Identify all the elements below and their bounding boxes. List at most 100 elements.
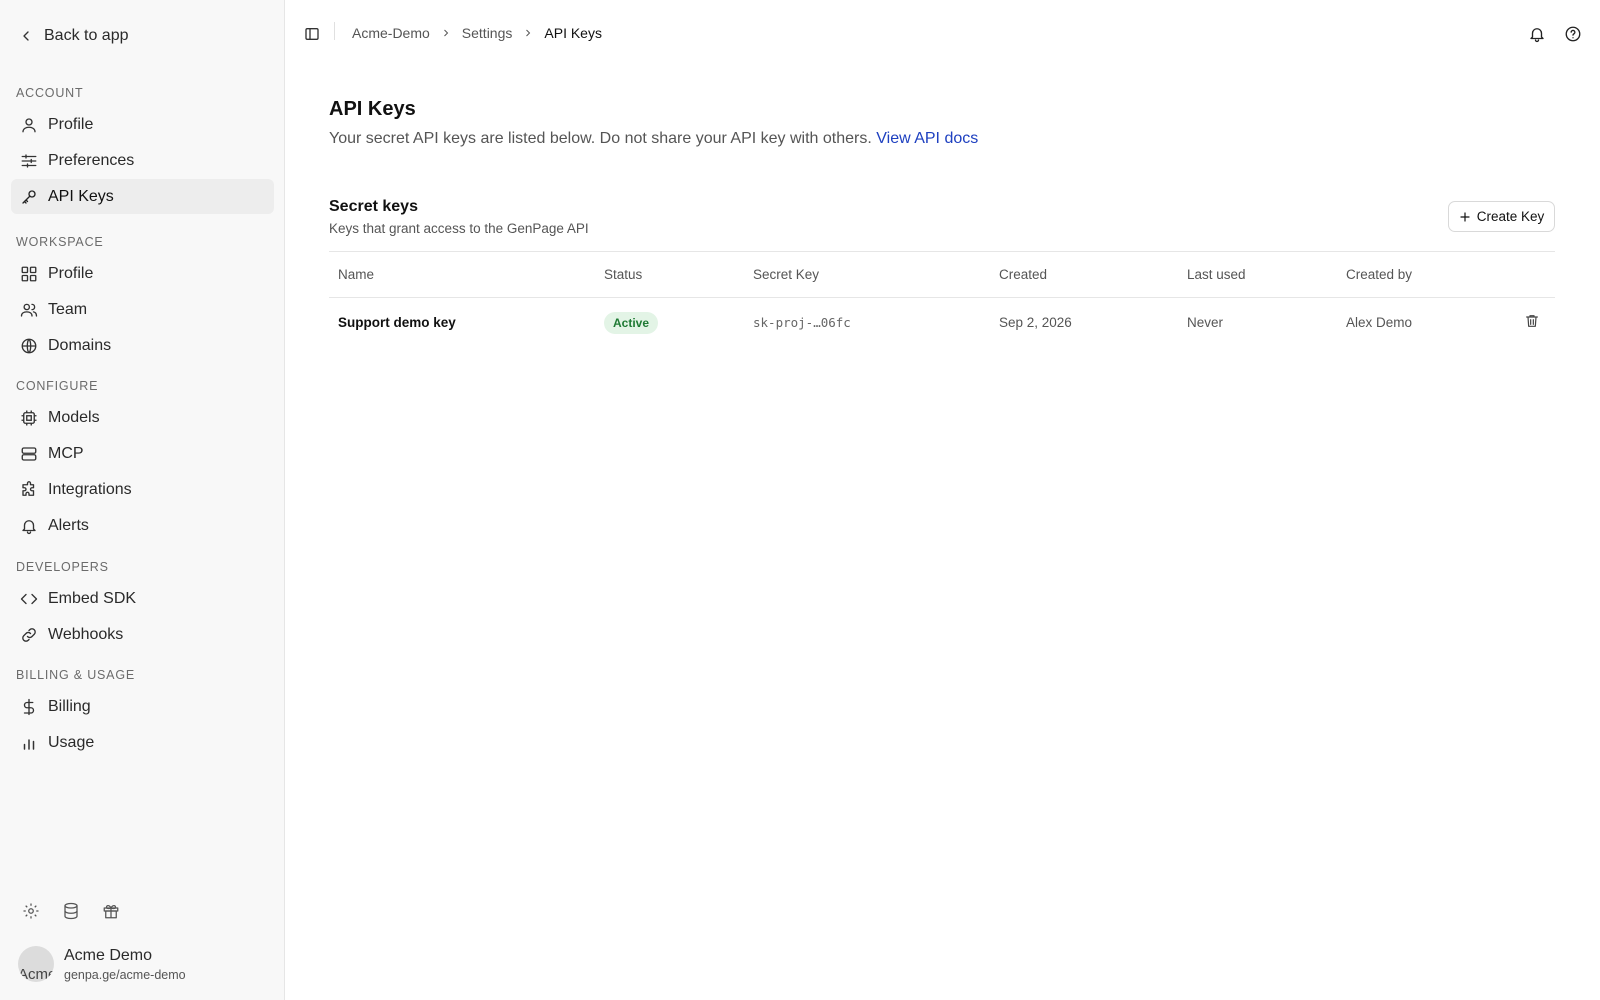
sidebar-item-label: Profile [48, 264, 94, 282]
card-subtitle: Keys that grant access to the GenPage AP… [329, 221, 589, 236]
back-label: Back to app [44, 27, 129, 44]
sliders-icon [21, 153, 37, 168]
bell-icon [22, 519, 36, 534]
sidebar-item-mcp[interactable]: MCP [11, 436, 274, 471]
sidebar-item-integrations[interactable]: Integrations [11, 472, 274, 507]
view-api-docs-link[interactable]: View API docs [876, 130, 978, 147]
sidebar-item-label: Domains [48, 336, 112, 354]
user-icon [22, 117, 36, 132]
user-name: Acme Demo [64, 946, 153, 964]
column-header-name: Name [329, 251, 595, 298]
key-status-cell: Active [595, 298, 744, 348]
settings-icon[interactable] [22, 902, 40, 920]
topbar: Acme-Demo Settings API Keys [286, 0, 1600, 70]
section-label-workspace: WORKSPACE [16, 235, 104, 249]
create-key-label: Create Key [1476, 209, 1545, 224]
grid-icon [21, 266, 37, 281]
sidebar-item-label: Models [48, 408, 100, 426]
key-secret: sk-proj-…06fc [753, 315, 851, 330]
puzzle-icon [22, 480, 35, 496]
avatar-alt-text: Acme [18, 966, 54, 982]
column-header-secret-key: Secret Key [744, 251, 990, 298]
bar-chart-icon [23, 738, 35, 750]
column-header-last-used: Last used [1178, 251, 1337, 298]
sidebar-item-label: Usage [48, 733, 95, 751]
topbar-actions [1528, 25, 1582, 43]
section-label-account: ACCOUNT [16, 86, 84, 100]
sidebar-item-alerts[interactable]: Alerts [11, 508, 274, 543]
table-header-row: Name Status Secret Key Created Last used… [329, 251, 1555, 298]
user-subtitle: genpa.ge/acme-demo [64, 967, 186, 982]
sidebar-item-preferences[interactable]: Preferences [11, 143, 274, 178]
sidebar-toggle-icon[interactable] [304, 26, 322, 44]
sidebar-item-label: Webhooks [48, 625, 124, 643]
sidebar-item-label: MCP [48, 444, 84, 462]
key-name: Support demo key [338, 315, 456, 330]
key-created: Sep 2, 2026 [999, 315, 1072, 330]
column-header-created: Created [990, 251, 1178, 298]
help-icon[interactable] [1564, 25, 1582, 43]
delete-key-icon[interactable] [1524, 313, 1540, 329]
breadcrumb-api-keys: API Keys [544, 25, 602, 41]
sidebar-item-webhooks[interactable]: Webhooks [11, 617, 274, 652]
sidebar-item-usage[interactable]: Usage [11, 725, 274, 760]
avatar: Acme [18, 946, 54, 982]
page-description-text: Your secret API keys are listed below. D… [329, 130, 872, 147]
link-icon [22, 627, 36, 642]
sidebar-item-label: Billing [48, 697, 91, 715]
key-last-used: Never [1187, 315, 1224, 330]
column-header-status: Status [595, 251, 744, 298]
topbar-divider [334, 22, 335, 40]
sidebar-item-label: Profile [48, 115, 94, 133]
sidebar-footer-icons [22, 902, 120, 920]
globe-icon [21, 338, 37, 353]
status-badge: Active [604, 311, 659, 334]
sidebar-item-workspace-profile[interactable]: Profile [11, 256, 274, 291]
users-icon [20, 303, 38, 317]
card-title: Secret keys [329, 198, 418, 215]
sidebar-item-profile[interactable]: Profile [11, 107, 274, 142]
user-profile[interactable]: Acme Acme Demo genpa.ge/acme-demo [18, 946, 186, 982]
section-label-developers: DEVELOPERS [16, 560, 109, 574]
cpu-icon [21, 410, 37, 425]
sidebar-item-label: API Keys [48, 187, 114, 205]
sidebar-item-label: Integrations [48, 480, 132, 498]
sidebar-item-label: Team [48, 300, 88, 318]
sidebar: Back to app ACCOUNT Profile Preferences … [0, 0, 285, 1000]
code-icon [20, 593, 38, 604]
sidebar-item-models[interactable]: Models [11, 400, 274, 435]
key-icon [22, 189, 36, 204]
sidebar-item-domains[interactable]: Domains [11, 328, 274, 363]
breadcrumb-settings[interactable]: Settings [462, 25, 513, 41]
table-row: Support demo key Active sk-proj-…06fc Se… [329, 298, 1555, 348]
back-to-app-link[interactable]: Back to app [18, 24, 129, 48]
column-header-actions [1515, 251, 1555, 298]
server-icon [21, 446, 37, 461]
sidebar-item-billing[interactable]: Billing [11, 689, 274, 724]
key-actions-cell [1515, 298, 1555, 348]
chevron-right-icon [443, 29, 449, 37]
section-label-billing: BILLING & USAGE [16, 668, 135, 682]
gift-icon[interactable] [102, 902, 120, 920]
sidebar-item-embed-sdk[interactable]: Embed SDK [11, 581, 274, 616]
breadcrumb-acme-demo[interactable]: Acme-Demo [352, 25, 430, 41]
bell-icon[interactable] [1528, 25, 1546, 43]
sidebar-item-label: Alerts [48, 516, 89, 534]
sidebar-item-label: Embed SDK [48, 589, 137, 607]
sidebar-item-label: Preferences [48, 151, 135, 169]
sidebar-item-api-keys[interactable]: API Keys [11, 179, 274, 214]
breadcrumb: Acme-Demo Settings API Keys [352, 25, 602, 41]
chevron-right-icon [526, 29, 531, 37]
key-created-by: Alex Demo [1346, 315, 1413, 330]
page-description: Your secret API keys are listed below. D… [329, 130, 978, 148]
sidebar-item-team[interactable]: Team [11, 292, 274, 327]
column-header-created-by: Created by [1337, 251, 1515, 298]
section-label-configure: CONFIGURE [16, 379, 99, 393]
create-key-button[interactable]: Create Key [1448, 201, 1555, 232]
dollar-icon [23, 698, 35, 715]
page-title: API Keys [329, 98, 416, 120]
chevron-left-icon [23, 31, 29, 41]
api-keys-table: Name Status Secret Key Created Last used… [329, 251, 1555, 348]
database-icon[interactable] [62, 902, 80, 920]
plus-icon [1460, 211, 1470, 222]
